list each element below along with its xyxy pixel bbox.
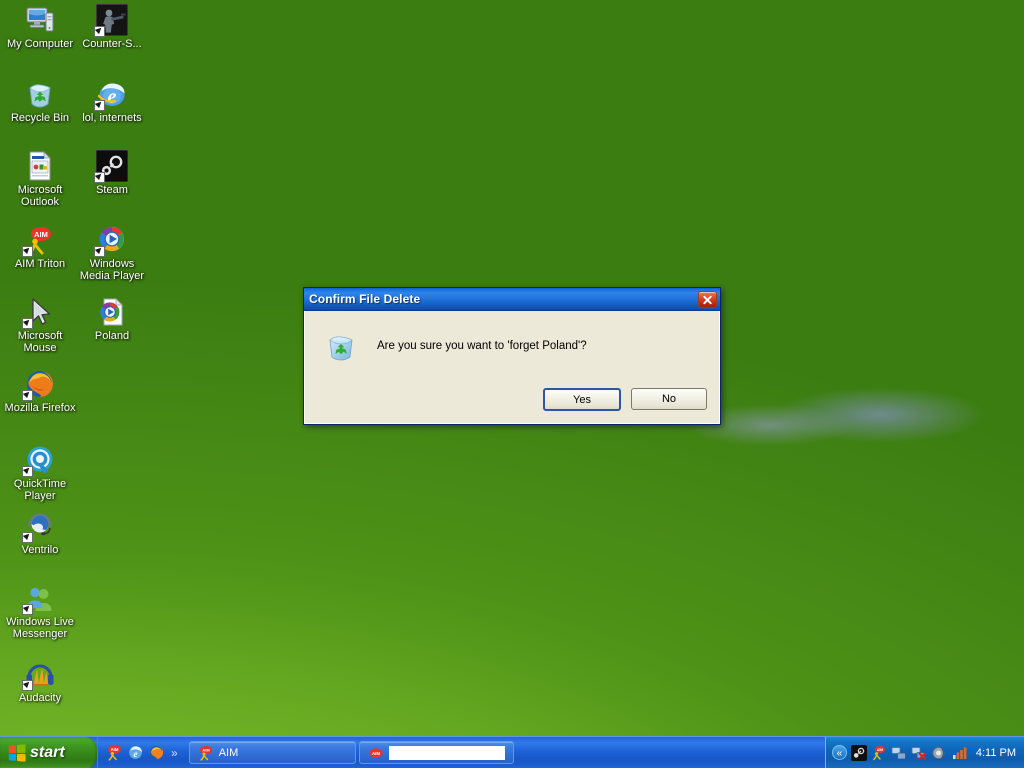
desktop-icon-label: Ventrilo	[21, 544, 59, 556]
computer-icon	[24, 4, 56, 36]
shortcut-arrow-icon	[94, 246, 105, 257]
shortcut-arrow-icon	[22, 604, 33, 615]
svg-text:AIM: AIM	[202, 747, 210, 752]
desktop-icon-label: lol, internets	[82, 112, 142, 124]
task-button-list: AIM AIM AIM	[184, 737, 825, 768]
start-button[interactable]: start	[0, 737, 97, 768]
dialog-title: Confirm File Delete	[309, 292, 421, 306]
quick-launch-overflow-chevron[interactable]: »	[171, 746, 178, 760]
recycle-bin-icon	[325, 331, 357, 363]
shortcut-arrow-icon	[94, 26, 105, 37]
counter-strike-icon	[94, 3, 129, 37]
dialog-button-row: Yes No	[543, 388, 707, 411]
clock[interactable]: 4:11 PM	[976, 747, 1016, 759]
quicktime-icon	[22, 444, 56, 477]
task-button-aim[interactable]: AIM AIM	[188, 741, 356, 764]
aim-icon: AIM	[22, 224, 56, 257]
desktop-icon-mozilla-firefox[interactable]: Mozilla Firefox	[4, 368, 76, 414]
desktop-icon-lol-internets[interactable]: e lol, internets	[76, 78, 148, 124]
dialog-body: Are you sure you want to 'forget Poland'…	[304, 311, 720, 424]
confirm-file-delete-dialog[interactable]: Confirm File Delete Are you sure you wan…	[303, 287, 721, 425]
shortcut-arrow-icon	[22, 246, 33, 257]
system-tray[interactable]: « AIM 4:11 PM	[824, 737, 1024, 768]
desktop-icon-ventrilo[interactable]: Ventrilo	[4, 510, 76, 556]
audacity-icon	[22, 658, 56, 691]
desktop-icon-label: Steam	[96, 184, 128, 196]
desktop-icon-windows-media-player[interactable]: Windows Media Player	[76, 224, 148, 282]
svg-text:AIM: AIM	[877, 748, 883, 752]
desktop-icon-windows-live-messenger[interactable]: Windows Live Messenger	[4, 582, 76, 640]
messenger-icon	[22, 582, 56, 615]
desktop-icon-label: Poland	[94, 330, 130, 342]
chevron-left-icon[interactable]: «	[831, 745, 847, 760]
shortcut-arrow-icon	[22, 390, 33, 401]
desktop-icon-label: Microsoft Outlook	[17, 184, 63, 208]
steam-icon	[94, 149, 129, 183]
desktop-icon-label: Microsoft Mouse	[17, 330, 63, 354]
desktop-icon-poland[interactable]: Poland	[76, 296, 148, 342]
desktop-icon-label: Windows Media Player	[79, 258, 145, 282]
desktop-icon-aim-triton[interactable]: AIM AIM Triton	[4, 224, 76, 270]
shortcut-arrow-icon	[22, 466, 33, 477]
shortcut-arrow-icon	[94, 100, 105, 111]
svg-text:e: e	[108, 86, 117, 108]
no-button[interactable]: No	[631, 388, 707, 410]
outlook-icon	[24, 150, 56, 182]
desktop-icon-audacity[interactable]: Audacity	[4, 658, 76, 704]
internet-explorer-icon: e	[94, 78, 128, 111]
dialog-message: Are you sure you want to 'forget Poland'…	[377, 340, 587, 352]
yes-button[interactable]: Yes	[543, 388, 621, 411]
svg-text:AIM: AIM	[111, 747, 119, 752]
desktop-icon-label: QuickTime Player	[13, 478, 67, 502]
shortcut-arrow-icon	[22, 532, 33, 543]
signal-bars-icon[interactable]	[951, 745, 967, 761]
quick-launch-bar[interactable]: AIM e »	[97, 737, 184, 768]
volume-icon[interactable]	[931, 745, 947, 761]
mouse-cursor-icon	[22, 296, 56, 329]
desktop-icon-my-computer[interactable]: My Computer	[4, 4, 76, 50]
internet-explorer-icon[interactable]: e	[127, 744, 144, 761]
firefox-icon	[22, 368, 56, 401]
recycle-bin-icon	[24, 78, 56, 110]
media-player-icon	[94, 224, 128, 257]
desktop-icon-steam[interactable]: Steam	[76, 149, 148, 196]
close-icon[interactable]	[698, 290, 717, 308]
ventrilo-icon	[22, 510, 56, 543]
dialog-titlebar[interactable]: Confirm File Delete	[304, 288, 720, 311]
network-disconnected-icon[interactable]	[911, 745, 927, 761]
media-file-icon	[96, 296, 128, 328]
task-button-label-redacted	[388, 745, 505, 760]
task-button-aim-chat[interactable]: AIM	[358, 741, 514, 764]
aim-running-man-icon: AIM	[198, 745, 214, 761]
network-icon[interactable]	[891, 745, 907, 761]
desktop-icon-label: My Computer	[6, 38, 74, 50]
windows-flag-icon	[8, 744, 26, 762]
svg-text:AIM: AIM	[372, 750, 380, 755]
shortcut-arrow-icon	[22, 680, 33, 691]
taskbar[interactable]: start AIM e » AIM AIM AIM « AIM 4:11 PM	[0, 736, 1024, 768]
desktop-icon-label: Recycle Bin	[10, 112, 70, 124]
aim-icon: AIM	[368, 745, 384, 761]
aim-running-man-icon[interactable]: AIM	[106, 744, 123, 761]
desktop[interactable]: My Computer Counter-S... Recycle Bin e l…	[0, 0, 1024, 768]
desktop-icon-recycle-bin[interactable]: Recycle Bin	[4, 78, 76, 124]
start-label: start	[30, 744, 65, 761]
firefox-icon[interactable]	[148, 744, 165, 761]
desktop-icon-counter-strike[interactable]: Counter-S...	[76, 3, 148, 50]
desktop-icon-quicktime-player[interactable]: QuickTime Player	[4, 444, 76, 502]
desktop-icon-microsoft-mouse[interactable]: Microsoft Mouse	[4, 296, 76, 354]
desktop-icon-label: Audacity	[18, 692, 62, 704]
steam-tray-icon[interactable]	[850, 744, 867, 761]
dialog-message-row: Are you sure you want to 'forget Poland'…	[305, 311, 719, 363]
desktop-icon-label: Counter-S...	[82, 38, 142, 50]
desktop-icon-label: AIM Triton	[14, 258, 66, 270]
svg-text:AIM: AIM	[34, 230, 48, 239]
desktop-icon-microsoft-outlook[interactable]: Microsoft Outlook	[4, 150, 76, 208]
shortcut-arrow-icon	[22, 318, 33, 329]
desktop-icon-label: Windows Live Messenger	[6, 616, 74, 640]
task-button-label: AIM	[218, 746, 239, 759]
aim-running-man-icon[interactable]: AIM	[871, 745, 887, 761]
shortcut-arrow-icon	[94, 172, 105, 183]
desktop-icon-label: Mozilla Firefox	[4, 402, 76, 414]
